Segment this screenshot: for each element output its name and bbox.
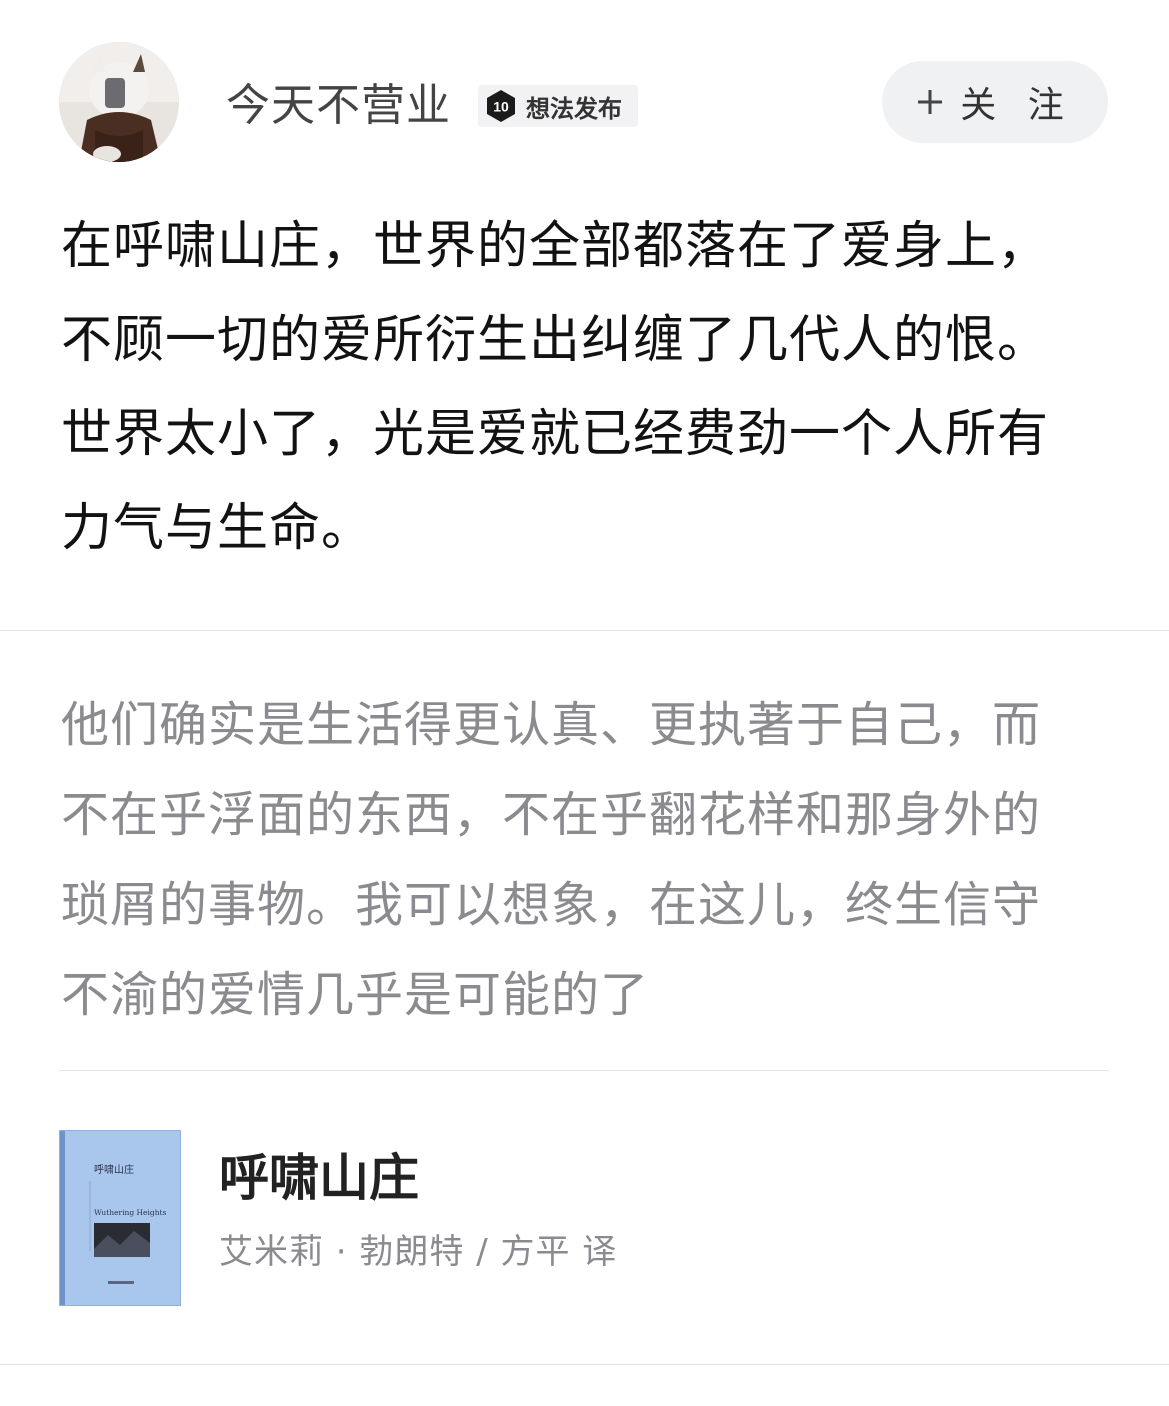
achievement-badge[interactable]: 10 想法发布 [478,85,638,127]
post-header: 今天不营业 10 想法发布 关 注 [0,0,1169,200]
quote-line: 他们确实是生活得更认真、更执著于自己，而 [61,697,1042,753]
bottom-divider [0,1364,1169,1365]
follow-label: 关 注 [960,85,1074,126]
book-cover-image: 呼啸山庄 Wuthering Heights [60,1131,180,1305]
post-line: 不顾一切的爱所衍生出纠缠了几代人的恨。 [61,311,1050,370]
cover-title: 呼啸山庄 [94,1163,134,1176]
hexagon-level-icon: 10 [487,90,515,122]
author-name[interactable]: 今天不营业 [226,78,451,134]
avatar-image [59,42,179,162]
quote-line: 不在乎浮面的东西，不在乎翻花样和那身外的 [61,787,1042,843]
badge-label: 想法发布 [526,94,622,123]
book-cover[interactable]: 呼啸山庄 Wuthering Heights [59,1130,181,1306]
quote-line: 不渝的爱情几乎是可能的了 [61,967,650,1023]
plus-icon [918,90,943,114]
book-quote: 他们确实是生活得更认真、更执著于自己，而 不在乎浮面的东西，不在乎翻花样和那身外… [61,680,1121,1040]
follow-button[interactable]: 关 注 [882,61,1108,143]
badge-level: 10 [493,99,509,115]
avatar[interactable] [59,42,179,162]
post-line: 世界太小了，光是爱就已经费劲一个人所有 [61,405,1050,464]
post-line: 在呼啸山庄，世界的全部都落在了爱身上， [61,217,1050,276]
quote-divider [59,1070,1109,1071]
quote-line: 琐屑的事物。我可以想象，在这儿，终生信守 [61,877,1042,933]
post-line: 力气与生命。 [61,499,374,558]
book-card[interactable]: 呼啸山庄 Wuthering Heights 呼啸山庄 艾米莉 · 勃朗特 / … [59,1130,1109,1306]
cover-subtitle: Wuthering Heights [94,1208,167,1217]
book-author: 艾米莉 · 勃朗特 / 方平 译 [219,1232,618,1272]
post-body: 在呼啸山庄，世界的全部都落在了爱身上， 不顾一切的爱所衍生出纠缠了几代人的恨。 … [61,200,1111,576]
section-divider [0,630,1169,631]
book-title[interactable]: 呼啸山庄 [219,1148,419,1208]
